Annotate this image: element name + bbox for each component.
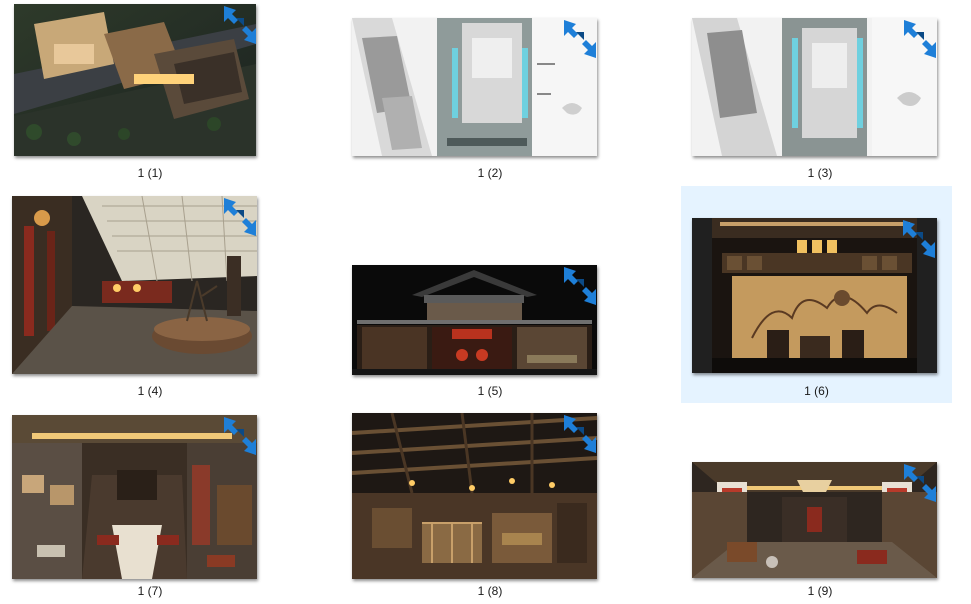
thumbnail-tile[interactable]: 1 (9) <box>680 405 960 604</box>
compressed-arrows-icon <box>562 413 598 455</box>
thumbnail-image[interactable] <box>352 18 597 156</box>
thumbnail-label: 1 (5) <box>477 384 503 398</box>
thumbnail-tile[interactable]: 1 (7) <box>0 405 300 604</box>
thumbnail-tile[interactable]: 1 (2) <box>340 0 640 190</box>
thumbnail-grid: 1 (1) 1 (2) 1 (3) 1 (4) 1 (5) 1 (6) 1 (7… <box>0 0 971 604</box>
thumbnail-tile-selected[interactable]: 1 (6) <box>681 186 952 403</box>
compressed-arrows-icon <box>902 18 938 60</box>
thumbnail-label: 1 (3) <box>807 166 833 180</box>
compressed-arrows-icon <box>902 462 938 504</box>
thumbnail-tile[interactable]: 1 (1) <box>0 0 300 190</box>
thumbnail-image[interactable] <box>14 4 256 156</box>
thumbnail-label: 1 (4) <box>137 384 163 398</box>
compressed-arrows-icon <box>222 415 258 457</box>
thumbnail-image[interactable] <box>692 462 937 578</box>
thumbnail-label: 1 (7) <box>137 584 163 598</box>
thumbnail-tile[interactable]: 1 (8) <box>340 405 640 604</box>
thumbnail-image[interactable] <box>692 18 937 156</box>
compressed-arrows-icon <box>901 218 937 260</box>
thumbnail-label: 1 (1) <box>137 166 163 180</box>
thumbnail-label: 1 (9) <box>807 584 833 598</box>
thumbnail-label: 1 (8) <box>477 584 503 598</box>
thumbnail-image[interactable] <box>12 415 257 579</box>
thumbnail-image[interactable] <box>12 196 257 374</box>
thumbnail-label: 1 (2) <box>477 166 503 180</box>
thumbnail-image[interactable] <box>352 265 597 375</box>
compressed-arrows-icon <box>562 265 598 307</box>
thumbnail-label: 1 (6) <box>804 384 829 398</box>
thumbnail-tile[interactable]: 1 (3) <box>680 0 960 190</box>
compressed-arrows-icon <box>562 18 598 60</box>
thumbnail-image[interactable] <box>352 413 597 579</box>
thumbnail-tile[interactable]: 1 (5) <box>340 190 640 405</box>
thumbnail-tile[interactable]: 1 (4) <box>0 190 300 405</box>
compressed-arrows-icon <box>222 196 258 238</box>
compressed-arrows-icon <box>222 4 258 46</box>
